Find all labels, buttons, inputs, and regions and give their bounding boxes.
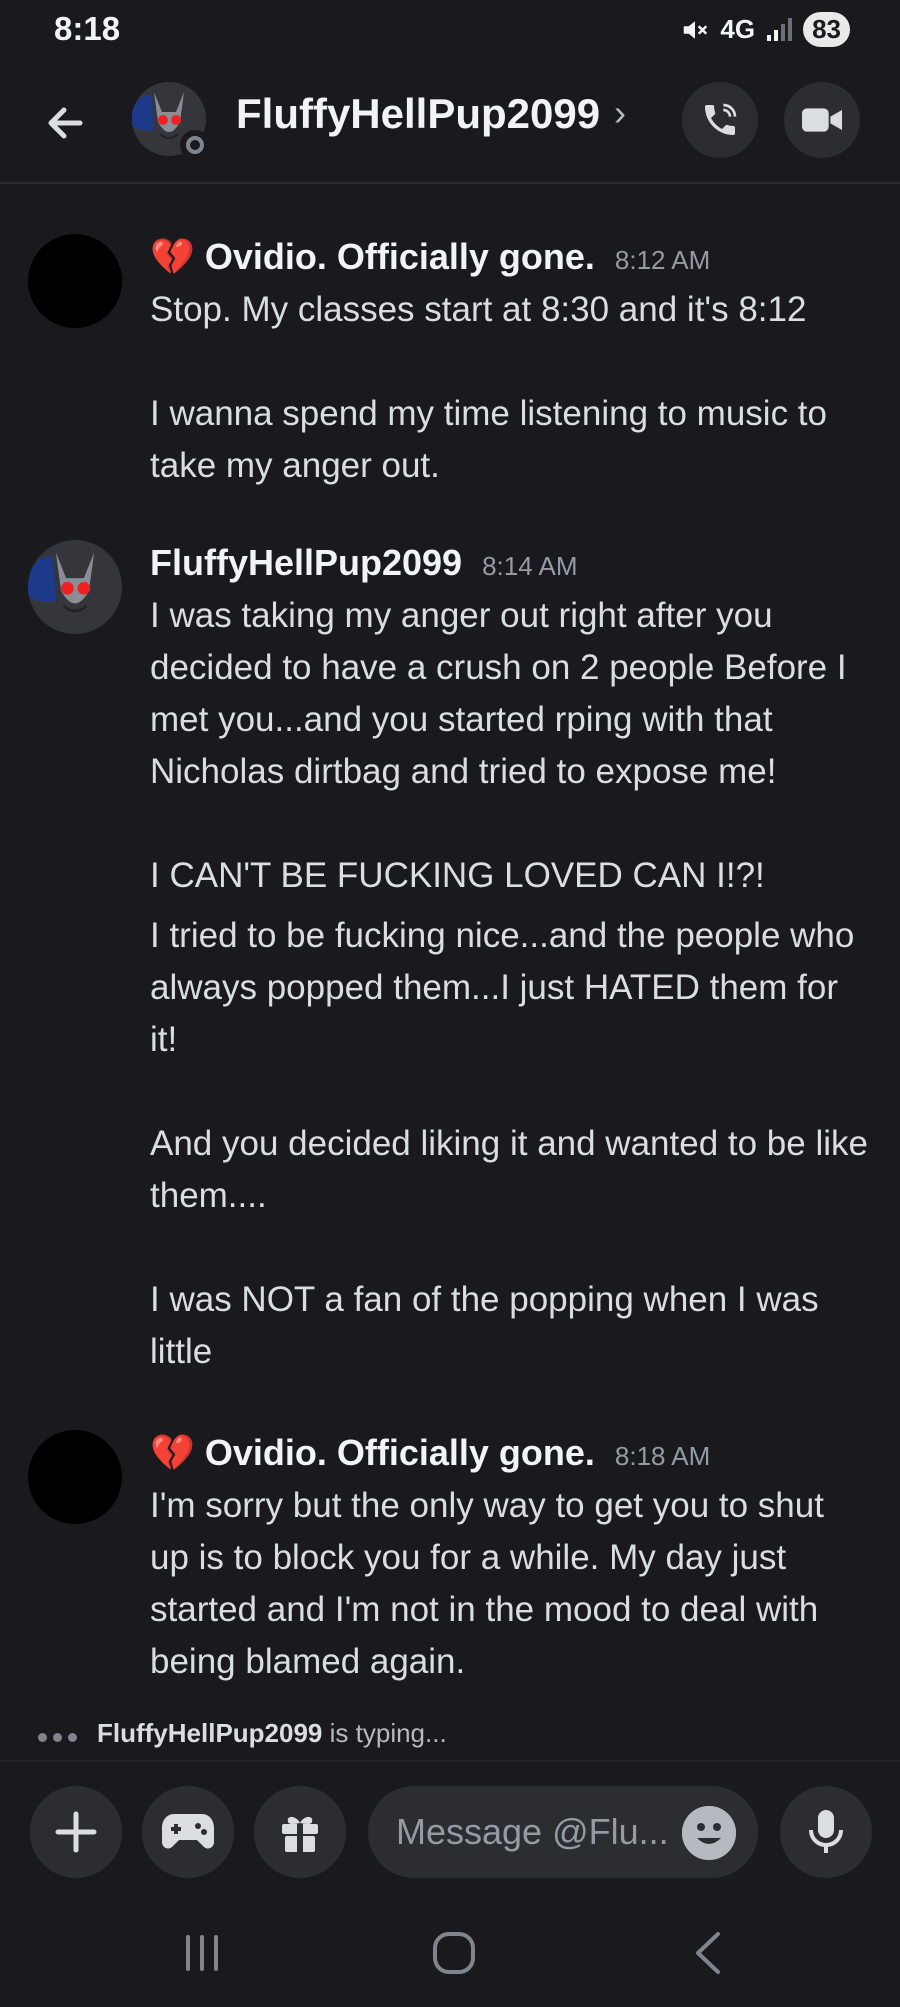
typing-indicator: FluffyHellPup2099 is typing... (38, 1718, 447, 1749)
message-line: I was NOT a fan of the popping when I wa… (150, 1280, 819, 1371)
message-author[interactable]: 💔 Ovidio. Officially gone. (150, 236, 595, 278)
battery-indicator: 83 (803, 12, 850, 47)
gamepad-icon (162, 1814, 214, 1849)
broken-heart-emoji: 💔 (150, 236, 195, 277)
message-line: I'm sorry but the only way to get you to… (150, 1486, 824, 1681)
message-content: I was taking my anger out right after yo… (150, 590, 870, 1378)
gift-button[interactable] (254, 1786, 346, 1878)
recent-apps-icon (186, 1935, 218, 1971)
microphone-icon (809, 1810, 843, 1853)
arrow-left-icon (48, 107, 83, 139)
mute-icon (684, 20, 708, 39)
phone-call-icon (705, 103, 737, 135)
typing-dots-icon (38, 1718, 83, 1749)
message-timestamp: 8:14 AM (482, 551, 578, 581)
voice-message-button[interactable] (780, 1786, 872, 1878)
system-nav-bar (0, 1900, 900, 2007)
message-input[interactable] (396, 1804, 666, 1860)
avatar[interactable] (28, 1430, 122, 1524)
header-username[interactable]: FluffyHellPup2099 (236, 90, 600, 138)
plus-icon (55, 1811, 97, 1853)
back-button[interactable] (40, 98, 90, 148)
message-composer (0, 1760, 900, 1900)
message-line: I wanna spend my time listening to music… (150, 394, 827, 485)
emoji-button[interactable] (682, 1806, 736, 1860)
message-content: Stop. My classes start at 8:30 and it's … (150, 284, 870, 492)
message-author[interactable]: FluffyHellPup2099 (150, 542, 462, 584)
author-name: Ovidio. Officially gone. (204, 1432, 595, 1473)
status-time: 8:18 (54, 10, 121, 47)
recent-apps-button[interactable] (172, 1928, 232, 1978)
message-input-container (368, 1786, 758, 1878)
video-camera-icon (802, 108, 842, 132)
avatar[interactable] (28, 234, 122, 328)
call-button[interactable] (682, 82, 758, 158)
message-author[interactable]: 💔 Ovidio. Officially gone. (150, 1432, 595, 1474)
wolf-avatar-image (28, 540, 122, 634)
home-button[interactable] (424, 1928, 484, 1978)
message-header: 💔 Ovidio. Officially gone. 8:12 AM (150, 236, 710, 278)
message-line: Stop. My classes start at 8:30 and it's … (150, 290, 807, 329)
dm-header: FluffyHellPup2099 › (0, 60, 900, 184)
activities-button[interactable] (142, 1786, 234, 1878)
smiley-face-icon (682, 1806, 736, 1860)
avatar[interactable] (28, 540, 122, 634)
system-back-button[interactable] (678, 1928, 738, 1978)
author-name: Ovidio. Officially gone. (204, 236, 595, 277)
message-content: I'm sorry but the only way to get you to… (150, 1480, 870, 1688)
typing-text: is typing... (329, 1718, 447, 1748)
status-icons: 4G 83 (680, 12, 850, 47)
network-label: 4G (720, 14, 756, 44)
home-icon (433, 1932, 475, 1974)
gift-icon (282, 1816, 318, 1852)
typing-user: FluffyHellPup2099 (97, 1718, 323, 1748)
message-timestamp: 8:12 AM (614, 245, 711, 275)
chevron-right-icon[interactable]: › (614, 92, 626, 134)
signal-icon (767, 17, 793, 41)
message-timestamp: 8:18 AM (614, 1441, 711, 1471)
attach-button[interactable] (30, 1786, 122, 1878)
message-line: And you decided liking it and wanted to … (150, 1124, 868, 1215)
message-line: I was taking my anger out right after yo… (150, 596, 847, 791)
message-header: 💔 Ovidio. Officially gone. 8:18 AM (150, 1432, 710, 1474)
status-indicator (180, 130, 210, 160)
chevron-left-icon (696, 1932, 720, 1974)
message-line: I CAN'T BE FUCKING LOVED CAN I!?! (150, 856, 765, 895)
video-call-button[interactable] (784, 82, 860, 158)
broken-heart-emoji: 💔 (150, 1432, 195, 1473)
status-bar: 8:18 4G 83 (0, 0, 900, 60)
message-line: I tried to be fucking nice...and the peo… (150, 916, 855, 1059)
message-header: FluffyHellPup2099 8:14 AM (150, 542, 578, 584)
